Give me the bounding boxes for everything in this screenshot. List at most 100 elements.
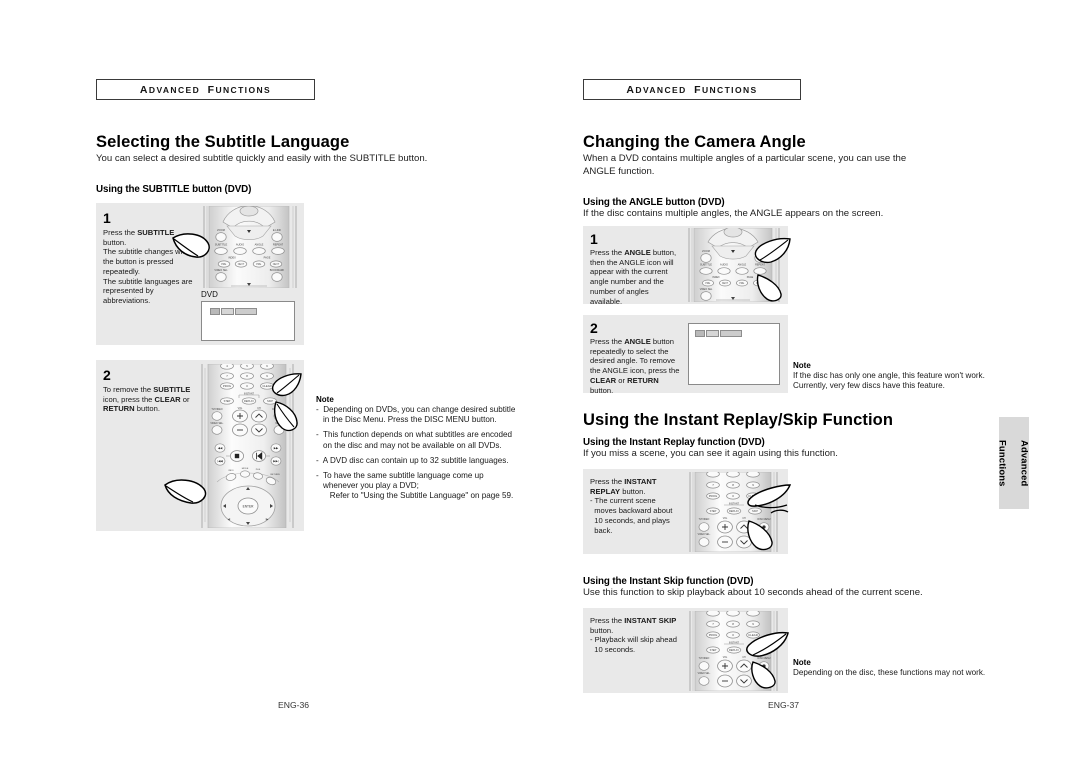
instant-replay-subheading: Using the Instant Replay function (DVD) [583,437,765,448]
svg-text:◀|: ◀| [228,517,231,521]
angle-s2-l3: desired angle. To remove [590,356,676,366]
svg-text:SUBTITLE: SUBTITLE [700,264,712,267]
angle-s1-l6: available. [590,296,623,306]
note-list-left: - Depending on DVDs, you can change desi… [316,405,516,502]
replay-l6: back. [590,525,613,535]
side-tab-line-1: Advanced [1019,439,1031,487]
left-page-column: ADVANCED FUNCTIONS Selecting the Subtitl… [96,0,516,783]
pointing-hand-icon-1 [172,231,216,265]
svg-text:REPEAT: REPEAT [273,243,284,247]
svg-text:|▶: |▶ [266,517,269,521]
pointing-hand-icon-angle-b [755,274,789,302]
step-box-1-right: 1 Press the ANGLE button, then the ANGLE… [583,226,791,306]
pointing-hand-icon-replay-b [745,519,779,551]
svg-text:STEP: STEP [224,399,231,403]
svg-text:NEXT: NEXT [722,283,729,285]
step-number-2: 2 [103,367,111,383]
svg-text:INSTANT: INSTANT [729,503,740,506]
svg-text:PROG: PROG [709,633,718,637]
skip-l1: Press the INSTANT SKIP [590,616,677,625]
right-page-column: ADVANCED FUNCTIONS Changing the Camera A… [583,0,1003,783]
svg-text:TV/VIDEO: TV/VIDEO [699,519,710,521]
pointing-hand-icon-skip-b [749,660,781,690]
svg-text:PROG: PROG [709,494,718,498]
svg-text:▶▶|: ▶▶| [273,459,279,463]
osd-cell-icon [210,308,220,315]
angle-s2-l4: the ANGLE icon, press the [590,366,680,376]
svg-text:ANGLE: ANGLE [255,243,264,247]
pointing-hand-icon-2a [268,372,302,398]
step-2-line-2: icon, press the CLEAR or [103,394,190,404]
svg-text:ANGLE: ANGLE [738,264,747,267]
folio-right: ENG-37 [768,700,800,710]
svg-text:REPLAY: REPLAY [729,648,739,652]
svg-text:SUBTITLE: SUBTITLE [215,243,228,247]
angle-step-1-text: Press the ANGLE button, then the ANGLE i… [590,248,686,306]
left-page-title: Selecting the Subtitle Language [96,133,350,151]
svg-text:◀◀: ◀◀ [218,446,223,450]
note-item: - A DVD disc can contain up to 32 subtit… [316,455,509,465]
chapter-tag-left: ADVANCED FUNCTIONS [96,79,315,100]
step-box-2-left: 2 To remove the SUBTITLE icon, press the… [96,360,304,531]
step-box-instant-skip: Press the INSTANT SKIP button. - Playbac… [583,608,789,693]
svg-text:▶▶: ▶▶ [274,446,279,450]
svg-text:REPLAY: REPLAY [729,509,739,513]
left-page-subheading: Using the SUBTITLE button (DVD) [96,184,252,195]
svg-text:INDEX: INDEX [228,257,236,260]
chapter-tag-left-label: ADVANCED FUNCTIONS [139,84,272,96]
svg-text:PRE.: PRE. [739,283,745,285]
svg-text:MODE: MODE [242,468,249,470]
step-box-2-right: 2 Press the ANGLE button repeatedly to s… [583,315,788,395]
svg-text:ENTER: ENTER [243,505,255,509]
svg-text:PRE.: PRE. [705,283,711,285]
pointing-hand-icon-2c [164,476,210,508]
svg-text:INFO: INFO [228,470,234,472]
svg-text:BOOKMARK: BOOKMARK [270,269,285,272]
instant-replay-subdesc: If you miss a scene, you can see it agai… [583,448,838,459]
svg-text:AUDIO: AUDIO [720,264,728,267]
svg-text:AUDIO: AUDIO [236,243,244,247]
note-body-skip: Depending on the disc, these functions m… [793,668,986,677]
skip-l3: - Playback will skip ahead [590,635,677,645]
pointing-finger-icon-replay [743,483,791,521]
angle-step-number-2: 2 [590,320,598,336]
svg-text:NEXT: NEXT [273,263,280,266]
left-page-intro: You can select a desired subtitle quickl… [96,153,428,164]
note-block-angle: Note If the disc has only one angle, thi… [793,361,993,392]
svg-text:PROG: PROG [223,384,231,388]
note-item: - Depending on DVDs, you can change desi… [316,405,516,425]
svg-text:VOL: VOL [723,518,728,520]
angle-s1-l5: number of angles [590,286,649,296]
osd-subtitle-indicator [210,308,257,315]
svg-text:P&S: P&S [256,469,261,471]
svg-text:VIDEO SEL.: VIDEO SEL. [210,422,224,425]
replay-l3: - The current scene [590,496,656,506]
side-tab-line-2: Functions [997,439,1009,487]
svg-text:REPLAY: REPLAY [244,399,254,403]
svg-text:INDEX: INDEX [712,276,720,279]
svg-text:VIDEO SEL: VIDEO SEL [700,288,713,291]
chapter-tag-right-label: ADVANCED FUNCTIONS [626,84,758,96]
instant-replay-text: Press the INSTANT REPLAY button. - The c… [590,477,686,535]
pointing-hand-icon-skip-a [743,630,789,662]
osd-cell-number [221,308,234,315]
note-item: - This function depends on what subtitle… [316,430,513,450]
svg-text:PAGE: PAGE [747,276,754,279]
svg-text:VOL: VOL [238,407,243,410]
side-tab-label: Advanced Functions [998,440,1031,487]
angle-s2-l2: repeatedly to select the [590,346,669,356]
angle-step-2-text: Press the ANGLE button repeatedly to sel… [590,337,686,395]
note-title-skip: Note [793,658,811,667]
osd-cell-language [235,308,257,315]
instant-skip-subdesc: Use this function to skip playback about… [583,587,923,598]
angle-s1-l2: then the ANGLE icon will [590,257,674,267]
step-number-1: 1 [103,210,111,226]
step-1-line-7: represented by [103,286,154,296]
camera-angle-title: Changing the Camera Angle [583,133,806,151]
note-body-angle: If the disc has only one angle, this fea… [793,371,985,391]
svg-text:INSTANT: INSTANT [244,393,255,396]
svg-text:VIDEO SEL.: VIDEO SEL. [698,673,711,675]
step-box-instant-replay: Press the INSTANT REPLAY button. - The c… [583,469,791,554]
note-item: - To have the same subtitle language com… [316,470,514,501]
screen-label-dvd: DVD [201,290,218,299]
